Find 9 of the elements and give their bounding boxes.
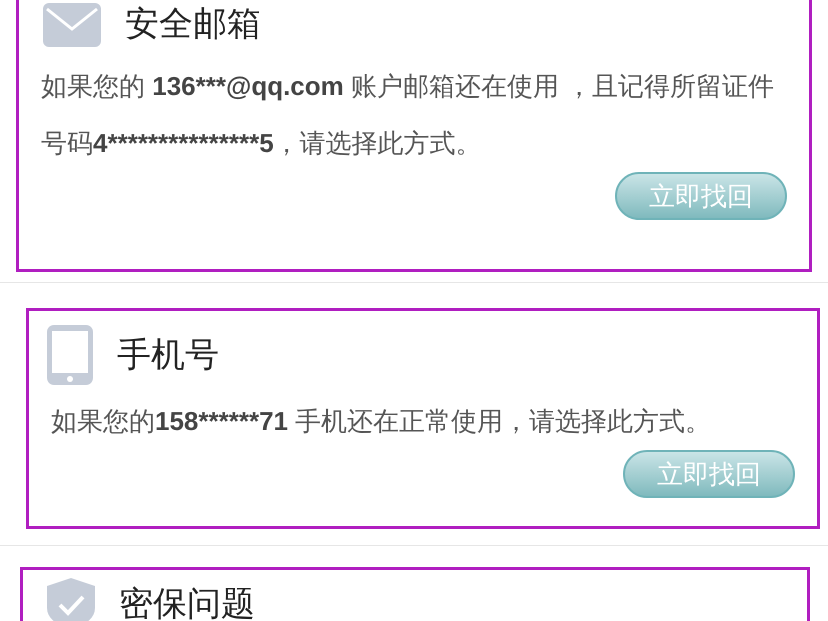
method-description: 如果您的 136***@qq.com 账户邮箱还在使用 ，且记得所留证件号码4***************5，请选择此方式。 bbox=[40, 70, 776, 160]
method-description: 如果您的158******71 手机还在正常使用，请选择此方式。 bbox=[50, 405, 712, 438]
method-title: 手机号 bbox=[117, 334, 219, 376]
phone-icon bbox=[47, 325, 93, 385]
recover-button[interactable]: 立即找回 bbox=[615, 172, 787, 220]
envelope-icon bbox=[43, 2, 101, 46]
method-title: 安全邮箱 bbox=[125, 4, 261, 45]
recover-button[interactable]: 立即找回 bbox=[623, 450, 795, 498]
method-title: 密保问题 bbox=[119, 584, 255, 621]
